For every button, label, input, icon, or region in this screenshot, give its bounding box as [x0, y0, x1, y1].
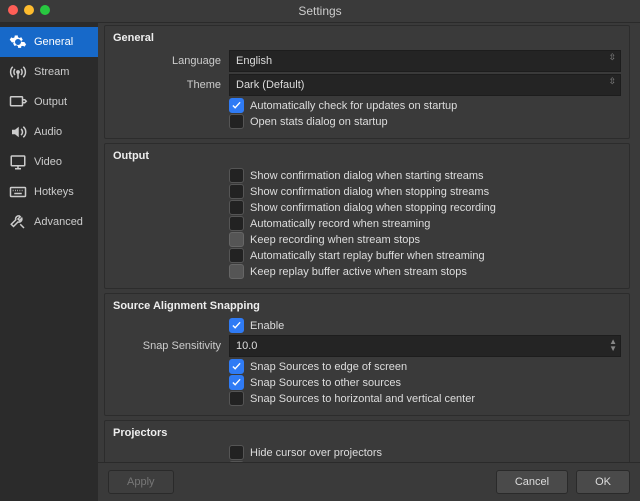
sidebar-item-label: General	[34, 36, 73, 48]
sidebar-item-advanced[interactable]: Advanced	[0, 207, 98, 237]
checkbox-label: Snap Sources to horizontal and vertical …	[250, 393, 475, 405]
scroll-area[interactable]: General Language English ⇳ Theme Dark (D…	[98, 23, 640, 462]
theme-value: Dark (Default)	[236, 79, 304, 91]
snap-sensitivity-value: 10.0	[236, 340, 257, 352]
checkbox-label: Keep replay buffer active when stream st…	[250, 266, 467, 278]
theme-label: Theme	[113, 79, 229, 91]
tools-icon	[8, 213, 28, 231]
sidebar-item-audio[interactable]: Audio	[0, 117, 98, 147]
checkbox-label: Keep recording when stream stops	[250, 234, 420, 246]
group-general: General Language English ⇳ Theme Dark (D…	[104, 25, 630, 139]
cancel-button[interactable]: Cancel	[496, 470, 568, 494]
checkbox-confirm-stop-rec[interactable]	[229, 200, 244, 215]
checkbox-confirm-start[interactable]	[229, 168, 244, 183]
checkbox-label: Snap Sources to other sources	[250, 377, 401, 389]
checkbox-snap-center[interactable]	[229, 391, 244, 406]
group-title: Source Alignment Snapping	[113, 300, 621, 312]
window-controls	[8, 5, 50, 15]
chevron-updown-icon: ⇳	[608, 53, 616, 61]
group-output: Output Show confirmation dialog when sta…	[104, 143, 630, 289]
checkbox-auto-update[interactable]	[229, 98, 244, 113]
sidebar-item-label: Output	[34, 96, 67, 108]
sidebar-item-label: Hotkeys	[34, 186, 74, 198]
checkbox-confirm-stop-stream[interactable]	[229, 184, 244, 199]
antenna-icon	[8, 63, 28, 81]
group-title: General	[113, 32, 621, 44]
sidebar-item-label: Stream	[34, 66, 69, 78]
content-pane: General Language English ⇳ Theme Dark (D…	[98, 23, 640, 501]
checkbox-label: Show confirmation dialog when stopping r…	[250, 202, 496, 214]
group-title: Projectors	[113, 427, 621, 439]
output-icon	[8, 93, 28, 111]
language-value: English	[236, 55, 272, 67]
window-title: Settings	[298, 4, 341, 18]
keyboard-icon	[8, 183, 28, 201]
checkbox-label: Automatically check for updates on start…	[250, 100, 457, 112]
checkbox-snap-enable[interactable]	[229, 318, 244, 333]
speaker-icon	[8, 123, 28, 141]
theme-select[interactable]: Dark (Default) ⇳	[229, 74, 621, 96]
checkbox-snap-other[interactable]	[229, 375, 244, 390]
sidebar: General Stream Output Audio Video Hotkey…	[0, 23, 98, 501]
checkbox-snap-edge[interactable]	[229, 359, 244, 374]
footer: Apply Cancel OK	[98, 462, 640, 501]
ok-button[interactable]: OK	[576, 470, 630, 494]
checkbox-keep-rec	[229, 232, 244, 247]
check-icon	[232, 362, 241, 371]
apply-button[interactable]: Apply	[108, 470, 174, 494]
checkbox-label: Automatically record when streaming	[250, 218, 430, 230]
maximize-icon[interactable]	[40, 5, 50, 15]
group-snapping: Source Alignment Snapping Enable Snap Se…	[104, 293, 630, 416]
snap-sensitivity-input[interactable]: 10.0 ▲▼	[229, 335, 621, 357]
sidebar-item-label: Video	[34, 156, 62, 168]
settings-window: Settings General Stream Output Audio Vid	[0, 0, 640, 501]
checkbox-label: Show confirmation dialog when starting s…	[250, 170, 484, 182]
checkbox-open-stats[interactable]	[229, 114, 244, 129]
check-icon	[232, 101, 241, 110]
checkbox-label: Enable	[250, 320, 284, 332]
sidebar-item-label: Audio	[34, 126, 62, 138]
monitor-icon	[8, 153, 28, 171]
sidebar-item-video[interactable]: Video	[0, 147, 98, 177]
checkbox-label: Automatically start replay buffer when s…	[250, 250, 485, 262]
check-icon	[232, 378, 241, 387]
minimize-icon[interactable]	[24, 5, 34, 15]
checkbox-hide-cursor[interactable]	[229, 445, 244, 460]
checkbox-keep-replay	[229, 264, 244, 279]
checkbox-label: Snap Sources to edge of screen	[250, 361, 407, 373]
checkbox-auto-replay[interactable]	[229, 248, 244, 263]
snap-sensitivity-label: Snap Sensitivity	[113, 340, 229, 352]
checkbox-label: Hide cursor over projectors	[250, 447, 382, 459]
language-label: Language	[113, 55, 229, 67]
sidebar-item-hotkeys[interactable]: Hotkeys	[0, 177, 98, 207]
checkbox-label: Show confirmation dialog when stopping s…	[250, 186, 489, 198]
check-icon	[232, 321, 241, 330]
gear-icon	[8, 33, 28, 51]
sidebar-item-stream[interactable]: Stream	[0, 57, 98, 87]
close-icon[interactable]	[8, 5, 18, 15]
chevron-updown-icon: ⇳	[608, 77, 616, 85]
group-title: Output	[113, 150, 621, 162]
checkbox-auto-record[interactable]	[229, 216, 244, 231]
checkbox-label: Open stats dialog on startup	[250, 116, 388, 128]
titlebar: Settings	[0, 0, 640, 23]
language-select[interactable]: English ⇳	[229, 50, 621, 72]
sidebar-item-general[interactable]: General	[0, 27, 98, 57]
sidebar-item-output[interactable]: Output	[0, 87, 98, 117]
spinner-icon[interactable]: ▲▼	[609, 338, 617, 352]
sidebar-item-label: Advanced	[34, 216, 83, 228]
group-projectors: Projectors Hide cursor over projectors M…	[104, 420, 630, 462]
